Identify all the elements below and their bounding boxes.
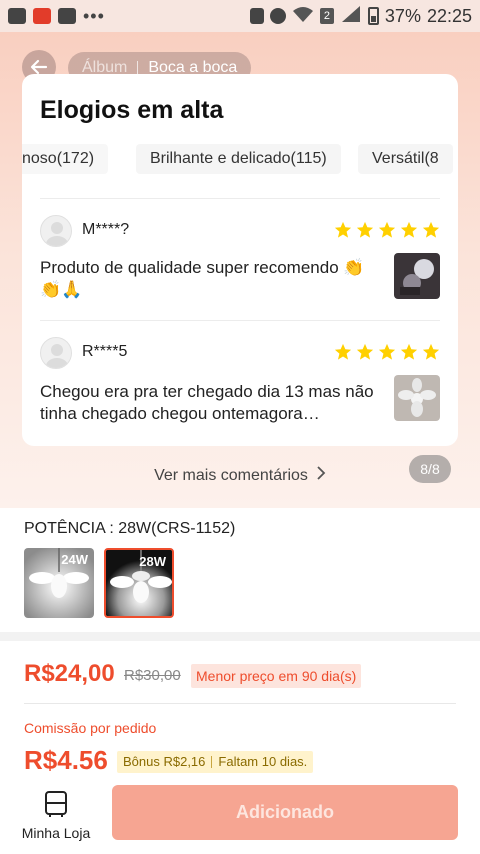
bonus-amount: Bônus R$2,16	[123, 754, 206, 769]
review-tag[interactable]: Versátil(8	[358, 144, 453, 174]
review-photo[interactable]	[394, 253, 440, 299]
see-more-label: Ver mais comentários	[154, 467, 308, 484]
my-store-button[interactable]: Minha Loja	[18, 790, 94, 841]
store-label: Minha Loja	[21, 825, 91, 841]
alarm-icon	[269, 8, 286, 24]
reviewer-name: M****?	[82, 221, 130, 238]
divider	[24, 703, 456, 704]
review-text: Produto de qualidade super recomendo 👏👏🙏	[40, 258, 365, 299]
variant-label: POTÊNCIA : 28W(CRS-1152)	[24, 520, 236, 537]
variant-option-24w[interactable]: 24W	[24, 548, 94, 618]
lowest-price-badge: Menor preço em 90 dia(s)	[191, 664, 362, 688]
store-icon	[45, 791, 67, 817]
review-item[interactable]: M****? Produto de qualidade super recome…	[40, 215, 440, 315]
star-icon	[378, 221, 396, 238]
star-icon	[334, 221, 352, 238]
bonus-badge: Bônus R$2,16 Faltam 10 dias.	[117, 751, 314, 773]
message-icon	[58, 8, 76, 24]
wifi-icon	[292, 6, 314, 27]
star-icon	[356, 343, 374, 360]
sim-indicator: 2	[319, 8, 334, 24]
star-rating	[334, 221, 440, 239]
app-notification-icon	[33, 8, 51, 24]
variant-option-label: 24W	[61, 552, 88, 567]
clock: 22:25	[426, 5, 472, 26]
bonus-days-left: Faltam 10 dias.	[218, 754, 308, 769]
star-icon	[400, 221, 418, 238]
reviews-title: Elogios em alta	[40, 96, 224, 124]
star-icon	[378, 343, 396, 360]
star-rating	[334, 343, 440, 361]
review-text: Chegou era pra ter chegado dia 13 mas nã…	[40, 382, 374, 423]
crumb-divider	[137, 61, 139, 75]
star-icon	[356, 221, 374, 238]
battery-icon	[367, 7, 379, 25]
reviews-card: Elogios em alta noso(172) Brilhante e de…	[22, 74, 458, 446]
gallery-icon	[8, 8, 26, 24]
old-price: R$30,00	[124, 667, 181, 684]
bonus-divider	[211, 756, 213, 768]
review-item[interactable]: R****5 Chegou era pra ter chegado dia 13…	[40, 337, 440, 437]
star-icon	[334, 343, 352, 360]
added-button[interactable]: Adicionado	[112, 785, 458, 840]
review-tags: noso(172) Brilhante e delicado(115) Vers…	[22, 144, 458, 174]
see-more-comments[interactable]: Ver mais comentários	[0, 466, 480, 485]
commission-value: R$4.56	[24, 745, 108, 775]
status-bar: ••• 2 37% 22:25	[0, 0, 480, 32]
variant-option-label: 28W	[139, 554, 166, 569]
variant-option-28w[interactable]: 28W	[104, 548, 174, 618]
signal-icon	[340, 5, 362, 27]
star-icon	[422, 221, 440, 238]
avatar	[40, 337, 72, 369]
lock-icon	[249, 8, 264, 24]
section-divider	[0, 632, 480, 641]
battery-percent: 37%	[384, 5, 421, 26]
price: R$24,00	[24, 660, 115, 687]
chevron-right-icon	[316, 466, 326, 485]
more-notifications-icon: •••	[83, 5, 105, 26]
reviewer-name: R****5	[82, 343, 128, 360]
commission-label: Comissão por pedido	[24, 720, 157, 736]
star-icon	[422, 343, 440, 360]
star-icon	[400, 343, 418, 360]
page-counter: 8/8	[409, 455, 451, 483]
avatar	[40, 215, 72, 247]
divider	[40, 198, 440, 199]
divider	[40, 320, 440, 321]
review-tag[interactable]: noso(172)	[22, 144, 109, 174]
review-photo[interactable]	[394, 375, 440, 421]
review-tag[interactable]: Brilhante e delicado(115)	[136, 144, 341, 174]
